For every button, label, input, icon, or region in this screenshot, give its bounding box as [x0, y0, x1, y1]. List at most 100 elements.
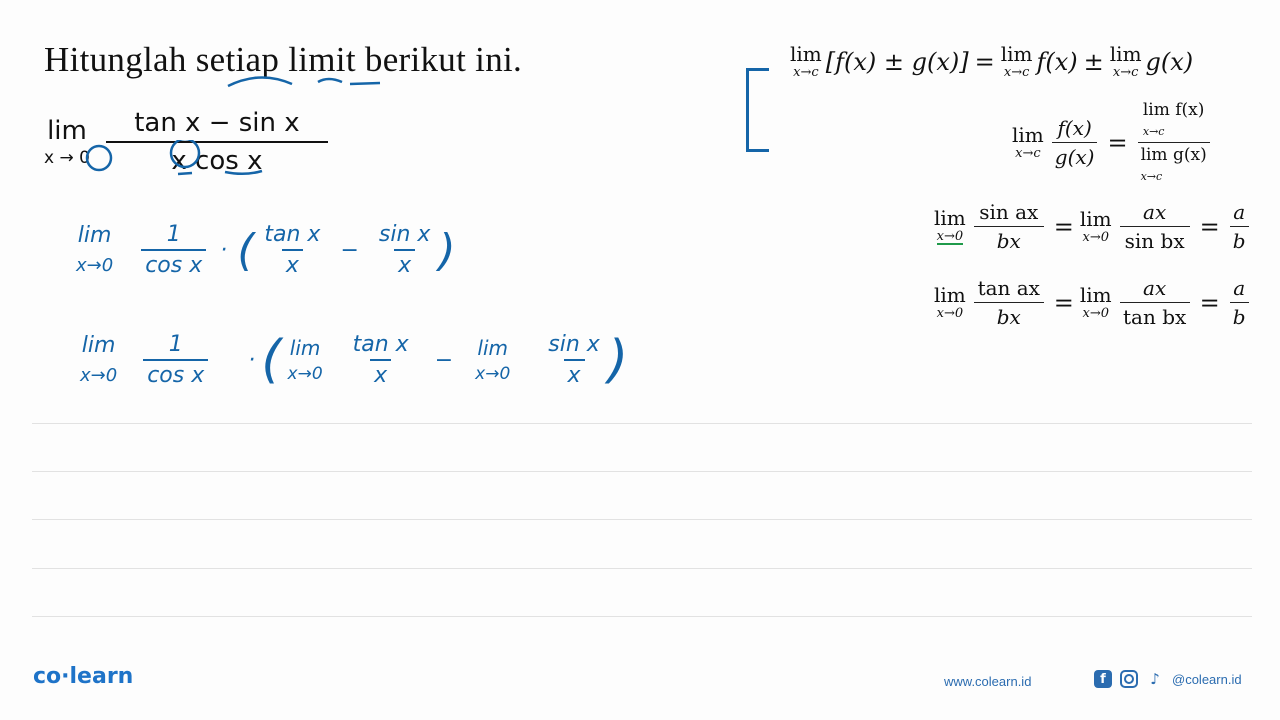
- lim-word: lim: [81, 333, 116, 358]
- multiply-dot: ·: [248, 347, 256, 373]
- numerator: ax: [1143, 276, 1167, 300]
- numerator: tan x: [264, 222, 321, 247]
- close-paren: ): [607, 330, 629, 390]
- handwritten-step-2: lim x→0 1 cos x · ( lim x→0 tan xx − lim x→0…: [80, 330, 628, 390]
- open-paren: (: [237, 224, 255, 276]
- equals-sign: =: [974, 47, 995, 76]
- lim-subscript: x→c: [1003, 65, 1030, 80]
- lim-subscript: x→0: [287, 363, 323, 384]
- sum-rule: lim x→c [f(x) ± g(x)] = lim x→c f(x) ± lim…: [790, 44, 1193, 79]
- denominator: cos x: [141, 249, 207, 278]
- lim-word: lim: [934, 283, 966, 307]
- problem-annotation-circles: [85, 140, 263, 176]
- fraction: sin xx: [544, 332, 604, 388]
- denominator: g(x): [1051, 142, 1098, 169]
- num-text: lim f(x): [1142, 100, 1205, 120]
- lim-subscript: x→0: [936, 229, 964, 245]
- lim-subscript: x→0: [80, 365, 118, 386]
- lim-word: lim: [477, 335, 509, 360]
- ruled-line: [32, 471, 1252, 472]
- sum-rhs-f: f(x): [1036, 47, 1078, 76]
- denominator: b: [1229, 302, 1249, 329]
- equals-sign: =: [1199, 212, 1220, 241]
- fraction: ab: [1229, 276, 1249, 329]
- fraction: ab: [1229, 200, 1249, 253]
- den-text: lim g(x): [1140, 145, 1207, 165]
- open-paren: (: [261, 330, 282, 390]
- equals-sign: =: [1199, 288, 1220, 317]
- denominator: x: [281, 249, 303, 278]
- fraction: sin ax bx: [973, 200, 1044, 253]
- bracket-annotation: [746, 68, 769, 152]
- numerator: a: [1233, 200, 1246, 224]
- lim-word: lim: [1079, 207, 1112, 231]
- quotient-rule: lim x→c f(x) g(x) = lim f(x) x→c lim g(x) x→…: [1012, 100, 1214, 185]
- equals-sign: =: [1107, 128, 1128, 157]
- instagram-icon[interactable]: [1120, 670, 1138, 688]
- tan-limit-rule: lim x→0 tan ax bx = lim x→0 ax tan bx = ab: [934, 276, 1253, 329]
- lim-word: lim: [790, 42, 822, 66]
- close-paren: ): [438, 224, 456, 276]
- lim-subscript: x→0: [76, 255, 114, 276]
- lim-subscript: x→0: [1082, 230, 1110, 245]
- fraction: sin xx: [375, 222, 435, 278]
- denominator: bx: [973, 302, 1044, 329]
- lim-subscript: x→0: [1082, 306, 1110, 321]
- fraction: ax tan bx: [1119, 276, 1190, 329]
- multiply-dot: ·: [220, 237, 228, 263]
- website-link[interactable]: www.colearn.id: [944, 674, 1031, 689]
- colearn-logo: co·learn: [33, 664, 134, 689]
- lim-subscript: x→0: [936, 306, 964, 321]
- numerator: 1: [166, 222, 181, 247]
- numerator: lim f(x) x→c: [1140, 100, 1208, 142]
- tiktok-icon[interactable]: ♪: [1146, 670, 1164, 688]
- facebook-icon[interactable]: f: [1094, 670, 1112, 688]
- sum-rhs-g: g(x): [1145, 47, 1194, 76]
- numerator: f(x): [1057, 116, 1092, 140]
- numerator: sin x: [548, 332, 600, 357]
- equals-sign: =: [1053, 288, 1074, 317]
- lim-word: lim: [1109, 42, 1142, 66]
- fraction: 1 cos x: [141, 222, 207, 278]
- lim-subscript: x→c: [1015, 146, 1041, 161]
- numerator: sin x: [378, 222, 431, 247]
- lim-subscript: x→c: [1112, 65, 1139, 80]
- denominator: bx: [973, 226, 1044, 253]
- sum-lhs-expr: [f(x) ± g(x)]: [825, 47, 969, 76]
- minus-sign: −: [434, 347, 454, 373]
- numerator: tan ax: [977, 276, 1040, 300]
- denominator: x: [370, 359, 392, 388]
- title-annotation-marks: [227, 76, 381, 88]
- sin-limit-rule: lim x→0 sin ax bx = lim x→0 ax sin bx = ab: [934, 200, 1253, 253]
- instagram-lens: [1124, 674, 1134, 684]
- problem-numerator: tan x − sin x: [134, 108, 300, 138]
- numerator: 1: [168, 332, 183, 357]
- lim-subscript: x→c: [1140, 170, 1163, 183]
- denominator: b: [1229, 226, 1249, 253]
- lim-subscript: x→0: [475, 363, 511, 384]
- ruled-line: [32, 519, 1252, 520]
- numerator: a: [1233, 276, 1246, 300]
- denominator: x: [563, 359, 585, 388]
- denominator: x: [394, 249, 416, 278]
- lim-word: lim: [1000, 42, 1033, 66]
- denominator: sin bx: [1119, 226, 1190, 253]
- social-links: f ♪ @colearn.id: [1094, 670, 1242, 688]
- lim-subscript: x→c: [793, 65, 819, 80]
- denominator: tan bx: [1119, 302, 1190, 329]
- minus-sign: −: [340, 237, 359, 263]
- lim-word: lim: [934, 206, 966, 230]
- quotient-rhs-fraction: lim f(x) x→c lim g(x) x→c: [1137, 100, 1210, 185]
- lim-word: lim: [289, 335, 321, 360]
- handwritten-step-1: lim x→0 1 cos x · ( tan xx − sin xx ): [76, 222, 456, 278]
- numerator: sin ax: [979, 200, 1039, 224]
- fraction: ax sin bx: [1119, 200, 1190, 253]
- fraction: tan xx: [349, 332, 413, 388]
- ruled-line: [32, 568, 1252, 569]
- denominator: lim g(x) x→c: [1137, 142, 1210, 185]
- ruled-line: [32, 423, 1252, 424]
- quotient-lhs-fraction: f(x) g(x): [1051, 116, 1098, 169]
- denominator: cos x: [143, 359, 209, 388]
- fraction: 1 cos x: [143, 332, 209, 388]
- lim-word: lim: [1012, 123, 1044, 147]
